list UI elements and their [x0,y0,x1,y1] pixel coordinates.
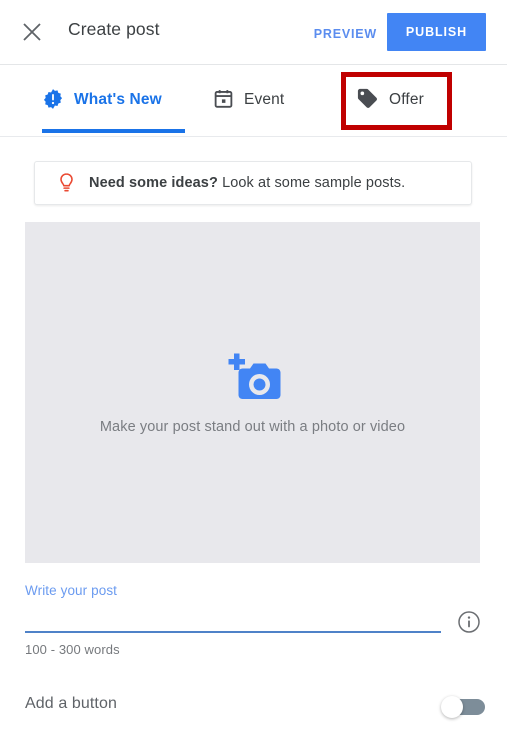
add-photo-camera-icon [222,351,284,407]
tab-whats-new[interactable]: What's New [42,65,162,135]
toggle-knob [441,696,463,718]
lightbulb-icon [57,172,76,194]
media-upload-caption: Make your post stand out with a photo or… [99,418,406,435]
preview-button[interactable]: PREVIEW [308,23,383,45]
ideas-rest-text: Look at some sample posts. [217,175,406,191]
tab-offer[interactable]: Offer [356,65,424,135]
post-type-tabbar: What's New Event Offer [0,65,507,137]
tag-icon [356,87,379,113]
add-button-toggle[interactable] [441,696,485,718]
announcement-badge-icon [42,88,64,113]
info-circle-icon[interactable] [457,610,481,634]
tab-event[interactable]: Event [213,65,284,135]
dialog-header: Create post PREVIEW PUBLISH [0,0,507,65]
page-title: Create post [68,19,160,39]
active-tab-indicator [42,129,185,133]
sample-posts-banner-text: Need some ideas? Look at some sample pos… [89,175,405,191]
close-button[interactable] [18,18,46,46]
ideas-strong-text: Need some ideas? [89,175,218,191]
post-text-input[interactable] [25,605,441,633]
add-button-label: Add a button [25,695,117,712]
post-field-hint: 100 - 300 words [25,642,120,657]
tab-whats-new-label: What's New [74,91,162,108]
calendar-icon [213,88,234,112]
post-field-label: Write your post [25,583,118,598]
close-icon [21,21,43,43]
tab-offer-label: Offer [389,91,424,108]
publish-button[interactable]: PUBLISH [387,13,486,51]
tab-event-label: Event [244,91,285,108]
media-upload-dropzone[interactable]: Make your post stand out with a photo or… [25,222,480,563]
sample-posts-banner[interactable]: Need some ideas? Look at some sample pos… [34,161,472,205]
